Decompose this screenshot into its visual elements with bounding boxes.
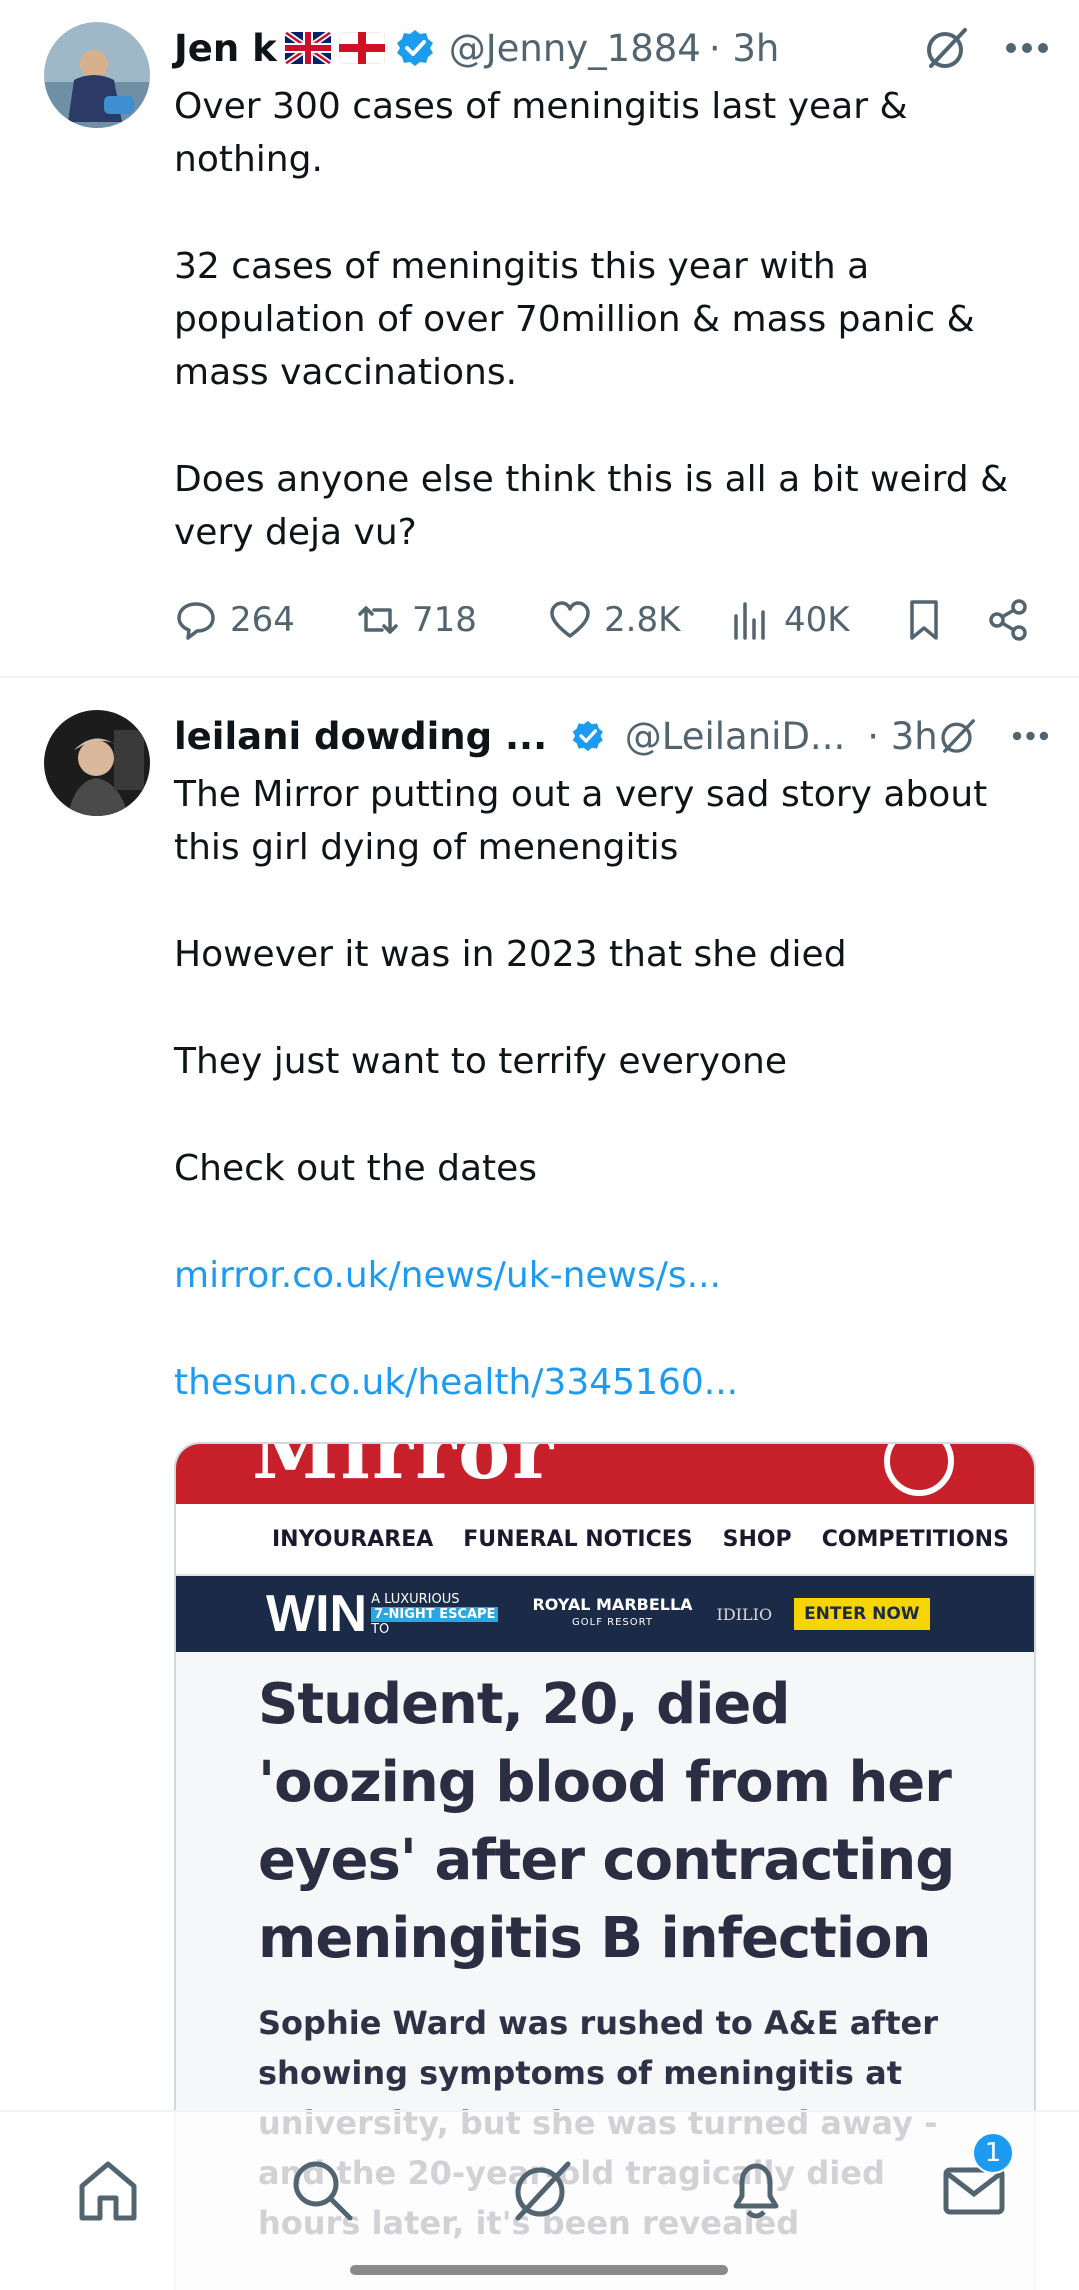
tweet-text: The Mirror putting out a very sad story …: [174, 768, 1039, 1409]
grok-icon[interactable]: [508, 2156, 576, 2224]
ad-brand: IDILIO: [716, 1604, 773, 1624]
bookmark-icon[interactable]: [902, 598, 946, 642]
ad-banner: WIN A LUXURIOUS 7-NIGHT ESCAPE TO ROYAL …: [176, 1576, 1034, 1652]
handle[interactable]: @Jenny_1884: [449, 27, 701, 70]
tweet-1[interactable]: Jen k @Jenny_1884 · 3h Over 300 cases of…: [0, 0, 1079, 676]
reply-count: 264: [230, 600, 295, 640]
display-name[interactable]: Jen k: [174, 27, 277, 70]
grok-icon[interactable]: [938, 712, 978, 760]
mirror-logo: Mirror: [252, 1442, 556, 1497]
views-count: 40K: [784, 600, 850, 640]
heart-icon: [550, 601, 590, 638]
home-icon[interactable]: [74, 2156, 142, 2224]
reply-button[interactable]: 264: [174, 598, 356, 642]
tweet-paragraph: The Mirror putting out a very sad story …: [174, 774, 988, 868]
verified-badge-icon: [396, 30, 433, 66]
nav-item: SHOP: [722, 1526, 792, 1552]
nav-item: FUNERAL NOTICES: [463, 1526, 693, 1552]
sun-link[interactable]: thesun.co.uk/health/3345160...: [174, 1356, 1039, 1409]
tweet-paragraph: Does anyone else think this is all a bit…: [174, 459, 1009, 553]
handle[interactable]: @LeilaniD...: [625, 715, 845, 758]
nav-item: COMPETITIONS: [821, 1526, 1009, 1552]
tweet-paragraph: They just want to terrify everyone: [174, 1041, 788, 1082]
more-options-icon[interactable]: [1012, 730, 1049, 742]
tweet-paragraph: Over 300 cases of meningitis last year &…: [174, 86, 908, 180]
england-flag-icon: [338, 32, 385, 64]
reply-icon: [177, 602, 215, 640]
messages-badge: 1: [972, 2132, 1014, 2174]
repost-button[interactable]: 718: [356, 598, 548, 642]
views-button[interactable]: 40K: [728, 598, 902, 642]
share-icon[interactable]: [986, 598, 1030, 642]
mirror-masthead: Mirror: [176, 1444, 1034, 1504]
home-indicator[interactable]: [350, 2265, 728, 2275]
ad-enter-button: ENTER NOW: [794, 1598, 930, 1630]
more-options-icon[interactable]: [1005, 42, 1049, 54]
article-headline: Student, 20, died 'oozing blood from her…: [258, 1672, 955, 1971]
repost-icon: [358, 606, 398, 634]
tweet-paragraph: 32 cases of meningitis this year with a …: [174, 246, 975, 393]
timestamp[interactable]: · 3h: [709, 27, 780, 70]
ad-resort: ROYAL MARBELLA GOLF RESORT: [532, 1595, 693, 1629]
avatar[interactable]: [44, 710, 150, 816]
account-icon: [884, 1444, 954, 1496]
like-count: 2.8K: [604, 600, 681, 640]
mirror-link[interactable]: mirror.co.uk/news/uk-news/s...: [174, 1249, 1039, 1302]
ad-offer: A LUXURIOUS 7-NIGHT ESCAPE TO: [371, 1592, 499, 1637]
search-icon[interactable]: [288, 2156, 356, 2224]
tweet-paragraph: Check out the dates: [174, 1148, 538, 1189]
avatar[interactable]: [44, 22, 150, 128]
tweet-actions: 264 718 2.8K 40K: [174, 590, 1045, 650]
display-name[interactable]: leilani dowding ...: [174, 715, 547, 758]
like-button[interactable]: 2.8K: [548, 598, 728, 642]
repost-count: 718: [412, 600, 477, 640]
nav-item: INYOURAREA: [272, 1526, 434, 1552]
views-icon: [734, 602, 765, 640]
ad-win: WIN: [266, 1585, 368, 1643]
bottom-navigation: [0, 2110, 1079, 2290]
uk-flag-icon: [284, 32, 331, 64]
timestamp[interactable]: · 3h: [867, 715, 938, 758]
grok-icon[interactable]: [923, 24, 971, 72]
notifications-icon[interactable]: [722, 2156, 790, 2224]
mirror-nav: INYOURAREA FUNERAL NOTICES SHOP COMPETIT…: [176, 1504, 1034, 1576]
tweet-text: Over 300 cases of meningitis last year &…: [174, 80, 1039, 559]
tweet-paragraph: However it was in 2023 that she died: [174, 934, 847, 975]
verified-badge-icon: [572, 720, 604, 752]
